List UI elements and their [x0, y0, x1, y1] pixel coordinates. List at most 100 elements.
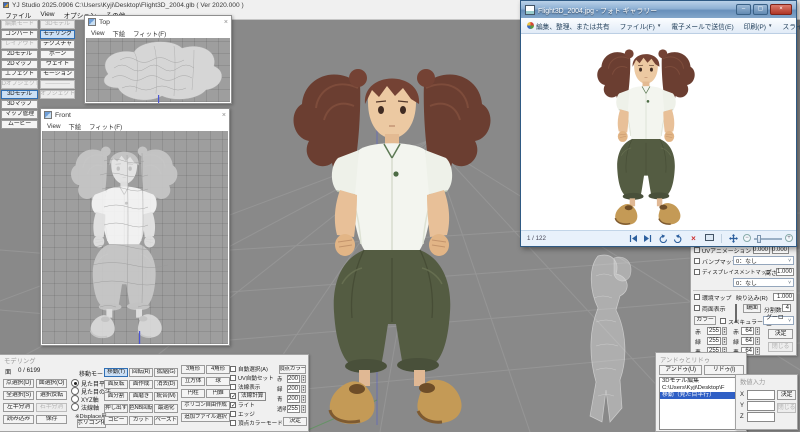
zoom-out-icon[interactable]: − — [743, 234, 751, 242]
edit-button[interactable]: カット — [129, 416, 153, 425]
top-view-canvas[interactable] — [86, 38, 230, 103]
edit-button[interactable]: 移動(T) — [104, 368, 128, 377]
option-checkbox[interactable]: ライト — [230, 401, 282, 409]
material-ok-button[interactable]: 決定 — [768, 329, 793, 339]
edit-button[interactable]: コピー — [104, 416, 128, 425]
maximize-button[interactable]: ▢ — [753, 4, 768, 15]
edit-button[interactable]: 面反転 — [104, 380, 128, 389]
actual-size-icon[interactable] — [729, 234, 738, 243]
uv-anim-value1[interactable]: 0.000 — [753, 246, 770, 254]
zoom-slider-handle[interactable] — [757, 235, 761, 243]
color-field[interactable]: 200 — [287, 385, 300, 393]
close-button[interactable]: × — [770, 4, 792, 15]
checkbox[interactable] — [720, 318, 726, 324]
viewport-menu-item[interactable]: フィット(F) — [133, 29, 166, 38]
color-field[interactable]: 200 — [287, 395, 300, 403]
undo-history-item[interactable]: 3Dモデル編集 — [660, 378, 743, 385]
polygonize-button[interactable]: ポリゴン化 — [77, 419, 106, 428]
undo-button[interactable]: アンドゥ(U) — [659, 365, 702, 375]
undo-history-list[interactable]: 3Dモデル編集 C:\Users\Kyji\Desktop\F 移動（見た目平行） — [659, 377, 744, 430]
edit-button[interactable]: 面磨き — [129, 392, 153, 401]
two-sided-row[interactable]: 両面表示 — [694, 304, 726, 313]
viewport-menu-item[interactable]: 下絵 — [69, 122, 82, 131]
modeling-button[interactable]: 読み込み — [3, 415, 34, 424]
spinner[interactable] — [755, 347, 760, 355]
modeling-button[interactable]: 面選択(O) — [36, 379, 67, 388]
reflect-field[interactable]: 1.000 — [773, 293, 794, 301]
color-field[interactable]: 255 — [287, 405, 300, 413]
edit-button[interactable]: 統合(M) — [154, 392, 178, 401]
shape-button[interactable]: 円錐 — [206, 389, 230, 398]
modeling-button[interactable]: 全選択(S) — [3, 391, 34, 400]
displacement-map-row[interactable]: ディスプレイスメントマップ — [694, 268, 772, 276]
menu-item[interactable]: ファイル — [5, 10, 31, 20]
shape-button[interactable]: 円柱 — [181, 389, 205, 398]
add-file-button[interactable]: 追加ファイル選択 — [181, 413, 230, 422]
shape-button[interactable]: 3角形 — [181, 365, 205, 374]
shape-button[interactable]: 球 — [206, 377, 230, 386]
checkbox[interactable] — [694, 305, 700, 311]
vc-ok-button[interactable]: 決定 — [283, 417, 307, 426]
rotate-right-icon[interactable] — [673, 234, 682, 243]
checkbox[interactable] — [694, 294, 700, 300]
spinner[interactable] — [301, 395, 306, 403]
viewport-menu-item[interactable]: フィット(F) — [89, 122, 122, 131]
modeling-button[interactable]: 点選択(D) — [3, 379, 34, 388]
print-menu[interactable]: 印刷(P) ▼ — [744, 21, 773, 31]
mirror-button[interactable]: 鏡面 — [743, 304, 761, 313]
spinner[interactable] — [301, 405, 306, 413]
zoom-in-icon[interactable]: + — [785, 234, 793, 242]
uv-anim-value2[interactable]: 0.000 — [772, 246, 789, 254]
checkbox[interactable] — [694, 258, 700, 264]
env-map-row[interactable]: 環境マップ — [694, 293, 731, 302]
sidebar-mode-button[interactable]: ムービー — [1, 120, 38, 129]
display-icon[interactable] — [705, 234, 714, 241]
sidebar-tool-button[interactable]: オブジェクト — [40, 90, 75, 99]
numeric-close-button[interactable]: 閉じる — [777, 403, 796, 413]
previous-icon[interactable] — [629, 234, 638, 243]
close-icon[interactable]: × — [222, 112, 226, 119]
sidebar-mode-button[interactable]: レイアウト — [1, 40, 38, 49]
top-window-titlebar[interactable]: Top × — [85, 16, 231, 28]
uv-animation-row[interactable]: UVアニメーション — [694, 246, 751, 255]
sidebar-mode-button[interactable]: コンバート — [1, 30, 38, 39]
sidebar-tool-button[interactable]: ────── — [40, 80, 75, 89]
front-window-titlebar[interactable]: Front × — [41, 109, 229, 121]
undo-history-item[interactable]: C:\Users\Kyji\Desktop\F — [660, 385, 743, 392]
color-field[interactable]: 64 — [741, 327, 754, 335]
photo-image-area[interactable] — [521, 34, 796, 233]
checkbox[interactable] — [694, 269, 700, 275]
viewport-menu-item[interactable]: 下絵 — [113, 29, 126, 38]
displacement-height-field[interactable]: 1.000 — [776, 268, 794, 276]
sidebar-mode-button[interactable]: 3Dオブジェクト — [1, 80, 38, 89]
option-checkbox[interactable]: 自動選択(A) — [230, 365, 282, 373]
sidebar-mode-button[interactable]: エフェクト — [1, 70, 38, 79]
rotate-left-icon[interactable] — [659, 234, 668, 243]
edit-button[interactable]: 消去(D) — [154, 380, 178, 389]
option-checkbox[interactable]: UV自動セット — [230, 374, 282, 382]
axis-input[interactable] — [746, 411, 775, 422]
modeling-button[interactable]: 選択反転 — [36, 391, 67, 400]
edit-button[interactable]: 押し出す — [104, 404, 128, 413]
modeling-button[interactable]: 保存 — [36, 415, 67, 424]
material-close-button[interactable]: 閉じる — [768, 342, 793, 352]
email-button[interactable]: 電子メールで送信(E) — [671, 21, 733, 31]
sidebar-mode-button[interactable]: 2Dマップ — [1, 60, 38, 69]
option-checkbox[interactable]: 法線計算 — [230, 391, 282, 401]
color-field[interactable]: 255 — [707, 327, 721, 335]
bump-map-select[interactable]: 0：なし — [733, 256, 794, 265]
photo-titlebar[interactable]: Flight3D_2004.jpg - フォト ギャラリー – ▢ × — [521, 1, 796, 18]
sidebar-mode-button[interactable]: 3Dマップ — [1, 100, 38, 109]
sidebar-tool-button[interactable]: テクスチャ — [40, 40, 75, 49]
color-field[interactable]: 255 — [707, 337, 721, 345]
option-checkbox[interactable]: 法線表示 — [230, 383, 282, 391]
front-view-canvas[interactable] — [42, 131, 228, 344]
color-button[interactable]: カラー — [694, 316, 716, 325]
poly-free-button[interactable]: ポリゴン自由作成 — [181, 401, 230, 410]
axis-input[interactable] — [746, 400, 775, 411]
minimize-button[interactable]: – — [736, 4, 751, 15]
sidebar-tool-button[interactable]: モーション — [40, 70, 75, 79]
shape-button[interactable]: 4角形 — [206, 365, 230, 374]
modeling-button[interactable]: 右半分消 — [36, 403, 67, 412]
slideshow-button[interactable]: スライド ショー(S) — [783, 21, 800, 31]
